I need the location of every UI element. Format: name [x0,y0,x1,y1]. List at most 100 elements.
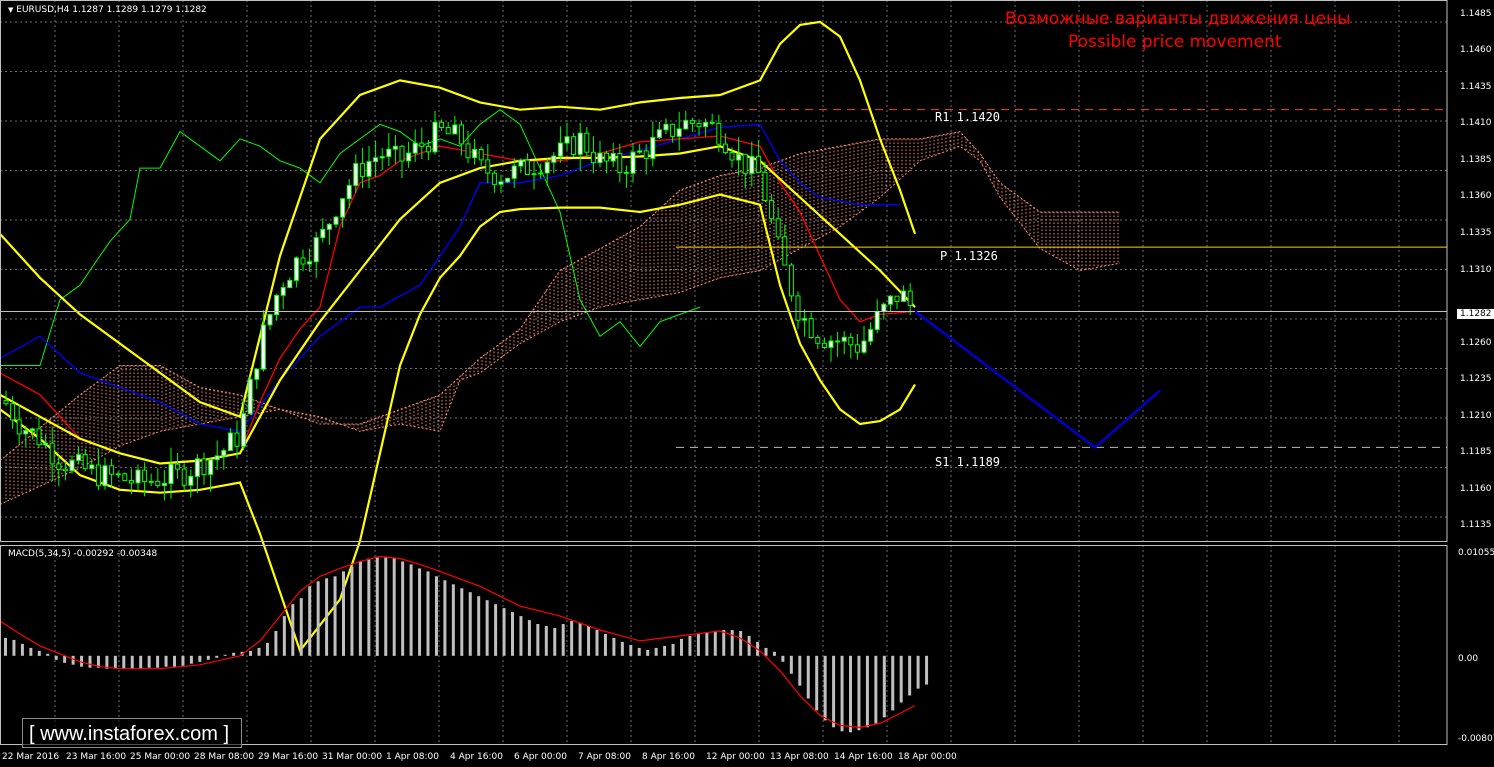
time-tick-label: 25 Mar 00:00 [130,752,191,762]
macd-histogram-bar [4,637,7,656]
symbol-header: ▼ EURUSD,H4 1.1287 1.1289 1.1279 1.1282 [8,5,207,15]
bull-candle [208,459,214,475]
bear-candle [399,145,405,162]
bear-candle [109,465,115,475]
bull-candle [597,152,603,164]
s1-level-label: S1 1.1189 [935,455,1001,469]
bear-candle [485,159,491,174]
macd-histogram-bar [384,556,388,656]
bull-candle [260,324,266,370]
bear-candle [815,337,821,344]
bull-candle [254,368,260,380]
price-tick-label: 1.1235 [1460,374,1492,384]
price-tick-label: 1.1185 [1460,447,1492,457]
bear-candle [36,428,42,446]
macd-histogram-bar [130,655,134,669]
macd-histogram-bar [857,655,861,731]
price-tick-label: 1.1310 [1460,265,1492,275]
bear-candle [175,463,181,470]
macd-histogram-bar [358,561,362,656]
bull-candle [287,279,293,289]
bear-candle [670,123,676,137]
macd-histogram-bar [519,616,523,656]
dropdown-triangle-icon[interactable]: ▼ [8,6,13,14]
bull-candle [703,121,709,128]
macd-histogram-bar [333,576,337,656]
bull-candle [168,463,174,485]
macd-histogram-bar [223,654,227,656]
macd-histogram-bar [612,637,616,656]
bear-candle [49,442,55,465]
macd-histogram-bar [316,581,320,656]
bull-candle [313,237,319,263]
macd-histogram-bar [832,655,836,728]
macd-histogram-bar [282,616,286,656]
bull-candle [280,287,286,296]
price-tick-label: 1.1385 [1460,155,1492,165]
bear-candle [524,159,530,176]
bull-candle [221,450,227,457]
macd-histogram-bar [139,655,143,669]
macd-histogram-bar [603,634,607,656]
bull-candle [366,161,372,177]
bear-candle [445,127,451,135]
bear-candle [425,145,431,153]
macd-histogram-bar [122,655,126,669]
bull-candle [188,475,194,486]
macd-histogram-bar [688,635,692,656]
bull-candle [802,318,808,321]
bear-candle [782,236,788,266]
bull-candle [676,128,682,137]
bull-candle [861,340,867,353]
macd-histogram-bar [781,655,785,662]
bull-candle [650,137,656,159]
macd-histogram-bar [308,586,312,656]
macd-histogram-bar [477,596,481,656]
bear-candle [617,153,623,173]
macd-histogram-bar [325,578,329,656]
bear-candle [16,419,22,435]
macd-histogram-bar [849,655,852,733]
bull-candle [683,119,689,130]
price-tick-label: 1.1485 [1460,9,1492,19]
price-tick-label: 1.1260 [1460,338,1492,348]
chart-panel[interactable] [0,0,1494,767]
bear-candle [95,464,101,487]
bear-candle [62,468,68,472]
bull-candle [577,132,583,155]
bull-candle [241,413,247,447]
watermark: [ www.instaforex.com ] [22,718,242,748]
bull-candle [227,432,233,451]
time-tick-label: 8 Apr 16:00 [642,752,695,762]
bull-candle [194,458,200,477]
macd-tick-label: 0.01055 [1458,548,1494,558]
macd-histogram-bar [671,643,675,656]
bull-candle [346,185,352,200]
macd-histogram-bar [232,652,236,656]
bear-candle [10,403,16,421]
macd-histogram-bar [840,655,844,732]
bear-candle [808,318,814,339]
macd-histogram-bar [443,580,447,656]
macd-histogram-bar [536,624,540,656]
bull-candle [69,459,75,472]
bear-candle [590,151,596,164]
macd-histogram-bar [257,647,261,656]
macd-histogram-bar [418,568,422,656]
bull-candle [76,454,82,461]
price-tick-label: 1.1160 [1460,484,1492,494]
macd-histogram-bar [553,628,557,656]
time-tick-label: 22 Mar 2016 [2,752,60,762]
bear-candle [623,171,629,174]
bull-candle [452,124,458,135]
bull-candle [564,136,570,144]
r1-level-label: R1 1.1420 [935,110,1001,124]
bear-candle [709,121,715,124]
macd-tick-label: -0.00807 [1458,734,1494,744]
macd-histogram-bar [595,630,599,656]
bull-candle [135,469,141,484]
time-tick-label: 14 Apr 16:00 [834,752,893,762]
bear-candle [835,340,841,343]
time-tick-label: 23 Mar 16:00 [66,752,127,762]
time-tick-label: 18 Apr 00:00 [898,752,957,762]
